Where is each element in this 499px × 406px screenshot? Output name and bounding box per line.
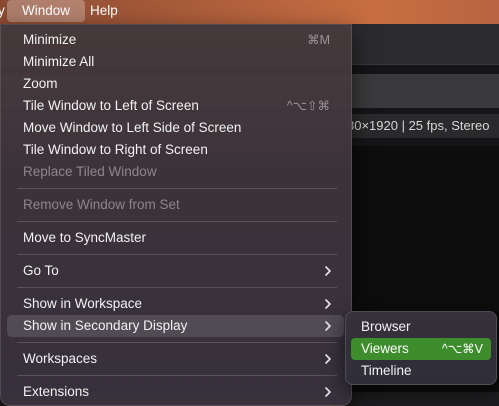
menu-item-label: Go To: [23, 263, 59, 278]
menu-separator: [17, 188, 337, 189]
menu-item-show-in-workspace[interactable]: Show in Workspace: [7, 293, 344, 315]
clip-info-text: 80×1920 | 25 fps, Stereo: [347, 118, 490, 133]
menu-item-tile-right[interactable]: Tile Window to Right of Screen: [7, 139, 344, 161]
menu-bar-item-help[interactable]: Help: [90, 0, 118, 22]
submenu-item-viewers[interactable]: Viewers ^⌥⌘V: [351, 338, 491, 360]
menu-item-label: Minimize: [23, 32, 77, 47]
submenu-item-shortcut: ^⌥⌘V: [441, 342, 483, 356]
menu-item-minimize-all[interactable]: Minimize All: [7, 51, 344, 73]
window-menu: Minimize ⌘M Minimize All Zoom Tile Windo…: [0, 24, 352, 406]
menu-item-label: Move Window to Left Side of Screen: [23, 120, 242, 135]
menu-item-move-left-side[interactable]: Move Window to Left Side of Screen: [7, 117, 344, 139]
menu-bar: y Window Help: [0, 0, 499, 24]
chevron-right-icon: [325, 387, 331, 397]
menu-item-shortcut: ⌘M: [307, 33, 330, 47]
menu-item-go-to[interactable]: Go To: [7, 260, 344, 282]
menu-item-label: Extensions: [23, 384, 90, 399]
chevron-right-icon: [325, 299, 331, 309]
menu-separator: [17, 254, 337, 255]
menu-item-label: Zoom: [23, 76, 58, 91]
submenu-item-label: Browser: [361, 319, 411, 334]
menu-item-remove-from-set: Remove Window from Set: [7, 194, 344, 216]
menu-item-label: Show in Workspace: [23, 296, 143, 311]
menu-bar-item-previous[interactable]: y: [0, 0, 6, 22]
chevron-right-icon: [325, 354, 331, 364]
menu-item-extensions[interactable]: Extensions: [7, 381, 344, 403]
submenu-item-label: Viewers: [361, 341, 409, 356]
submenu-item-label: Timeline: [361, 363, 412, 378]
chevron-right-icon: [325, 321, 331, 331]
menu-item-label: Remove Window from Set: [23, 197, 180, 212]
submenu-item-browser[interactable]: Browser: [351, 316, 491, 338]
menu-item-label: Replace Tiled Window: [23, 164, 157, 179]
menu-item-label: Show in Secondary Display: [23, 318, 188, 333]
menu-item-move-to-syncmaster[interactable]: Move to SyncMaster: [7, 227, 344, 249]
menu-separator: [17, 342, 337, 343]
menu-separator: [17, 221, 337, 222]
submenu-item-timeline[interactable]: Timeline: [351, 360, 491, 382]
menu-item-minimize[interactable]: Minimize ⌘M: [7, 29, 344, 51]
menu-item-label: Move to SyncMaster: [23, 230, 147, 245]
menu-bar-item-window[interactable]: Window: [7, 0, 85, 22]
menu-item-show-in-secondary-display[interactable]: Show in Secondary Display: [7, 315, 344, 337]
menu-separator: [17, 287, 337, 288]
menu-item-replace-tiled: Replace Tiled Window: [7, 161, 344, 183]
menu-item-label: Workspaces: [23, 351, 98, 366]
menu-item-label: Tile Window to Right of Screen: [23, 142, 208, 157]
menu-bar-window-label: Window: [22, 3, 71, 18]
menu-item-label: Tile Window to Left of Screen: [23, 98, 199, 113]
secondary-display-submenu: Browser Viewers ^⌥⌘V Timeline: [345, 311, 497, 385]
menu-item-workspaces[interactable]: Workspaces: [7, 348, 344, 370]
menu-item-tile-left[interactable]: Tile Window to Left of Screen ^⌥⇧⌘: [7, 95, 344, 117]
chevron-right-icon: [325, 266, 331, 276]
menu-item-zoom[interactable]: Zoom: [7, 73, 344, 95]
menu-separator: [17, 375, 337, 376]
menu-item-shortcut: ^⌥⇧⌘: [286, 99, 330, 113]
menu-item-label: Minimize All: [23, 54, 95, 69]
